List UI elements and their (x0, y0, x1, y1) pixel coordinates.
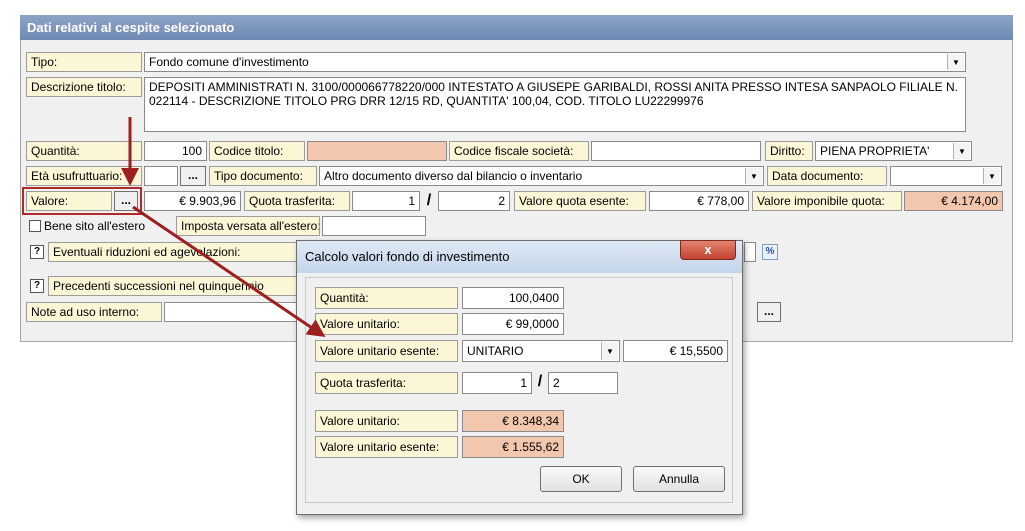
dlg-valore-unitario-label: Valore unitario: (315, 313, 458, 335)
tipo-documento-value: Altro documento diverso dal bilancio o i… (324, 169, 583, 183)
eta-label: Età usufruttuario: (26, 166, 142, 186)
diritto-select-value: PIENA PROPRIETA' (820, 144, 930, 158)
data-documento-label: Data documento: (767, 166, 887, 186)
dlg-quantita-label: Quantità: (315, 287, 458, 309)
dlg-quota-den-input[interactable]: 2 (548, 372, 618, 394)
close-icon[interactable]: x (680, 240, 736, 260)
dlg-quantita-input[interactable]: 100,0400 (462, 287, 564, 309)
note-ellipsis-button[interactable]: ... (757, 302, 781, 322)
imposta-estero-label: Imposta versata all'estero: (176, 216, 320, 236)
diritto-label: Diritto: (765, 141, 813, 161)
dlg-result-unitario-label: Valore unitario: (315, 410, 458, 432)
quantita-input[interactable]: 100 (144, 141, 207, 161)
tipo-label: Tipo: (26, 52, 142, 72)
bene-estero-label: Bene sito all'estero (44, 219, 146, 233)
quota-num-input[interactable]: 1 (352, 191, 420, 211)
dlg-valore-esente-label: Valore unitario esente: (315, 340, 458, 362)
quota-trasferita-label: Quota trasferita: (244, 191, 350, 211)
riduzioni-input-edge[interactable] (744, 242, 756, 262)
bene-estero-checkbox[interactable] (29, 220, 41, 232)
codice-titolo-input[interactable] (307, 141, 447, 161)
dlg-quota-num-input[interactable]: 1 (462, 372, 532, 394)
help-icon[interactable]: ? (30, 279, 44, 293)
dlg-esente-type-select[interactable]: UNITARIO ▼ (462, 340, 620, 362)
valore-label: Valore: (26, 191, 112, 211)
valore-ellipsis-button[interactable]: ... (114, 191, 138, 211)
note-label: Note ad uso interno: (26, 302, 162, 322)
chevron-down-icon[interactable]: ▼ (983, 168, 1000, 184)
chevron-down-icon[interactable]: ▼ (745, 168, 762, 184)
note-input[interactable] (164, 302, 298, 322)
eta-ellipsis-button[interactable]: ... (180, 166, 206, 186)
descrizione-textarea[interactable]: DEPOSITI AMMINISTRATI N. 3100/0000667782… (144, 77, 966, 132)
dlg-result-unitario-value: € 8.348,34 (462, 410, 564, 432)
annulla-button[interactable]: Annulla (633, 466, 725, 492)
eta-input[interactable] (144, 166, 178, 186)
tipo-select-value: Fondo comune d'investimento (149, 55, 309, 69)
precedenti-label: Precedenti successioni nel quinquennio (48, 276, 298, 296)
dlg-quota-label: Quota trasferita: (315, 372, 458, 394)
valore-quota-esente-input[interactable]: € 778,00 (649, 191, 749, 211)
chevron-down-icon[interactable]: ▼ (953, 143, 970, 159)
valore-quota-esente-label: Valore quota esente: (514, 191, 646, 211)
chevron-down-icon[interactable]: ▼ (601, 342, 618, 360)
percent-icon[interactable]: % (762, 244, 778, 260)
dlg-result-esente-value: € 1.555,62 (462, 436, 564, 458)
valore-imponibile-input[interactable]: € 4.174,00 (904, 191, 1003, 211)
data-documento-select[interactable]: ▼ (890, 166, 1002, 186)
panel-title: Dati relativi al cespite selezionato (20, 15, 1013, 40)
tipo-documento-select[interactable]: Altro documento diverso dal bilancio o i… (319, 166, 764, 186)
codice-fiscale-input[interactable] (591, 141, 761, 161)
codice-titolo-label: Codice titolo: (209, 141, 305, 161)
dlg-valore-unitario-input[interactable]: € 99,0000 (462, 313, 564, 335)
ok-button[interactable]: OK (540, 466, 622, 492)
dlg-esente-value-input[interactable]: € 15,5500 (623, 340, 728, 362)
quantita-label: Quantità: (26, 141, 142, 161)
dlg-esente-type-value: UNITARIO (467, 344, 524, 358)
tipo-documento-label: Tipo documento: (209, 166, 317, 186)
dialog-title: Calcolo valori fondo di investimento (297, 241, 742, 273)
riduzioni-label: Eventuali riduzioni ed agevolazioni: (48, 242, 298, 262)
imposta-estero-input[interactable] (322, 216, 426, 236)
quota-slash: / (426, 192, 432, 209)
dlg-result-esente-label: Valore unitario esente: (315, 436, 458, 458)
quota-den-input[interactable]: 2 (438, 191, 510, 211)
dlg-quota-slash: / (537, 373, 543, 390)
descrizione-label: Descrizione titolo: (26, 77, 142, 97)
chevron-down-icon[interactable]: ▼ (947, 54, 964, 70)
codice-fiscale-label: Codice fiscale società: (449, 141, 589, 161)
valore-imponibile-label: Valore imponibile quota: (752, 191, 902, 211)
tipo-select[interactable]: Fondo comune d'investimento ▼ (144, 52, 966, 72)
help-icon[interactable]: ? (30, 245, 44, 259)
diritto-select[interactable]: PIENA PROPRIETA' ▼ (815, 141, 972, 161)
valore-input[interactable]: € 9.903,96 (144, 191, 241, 211)
